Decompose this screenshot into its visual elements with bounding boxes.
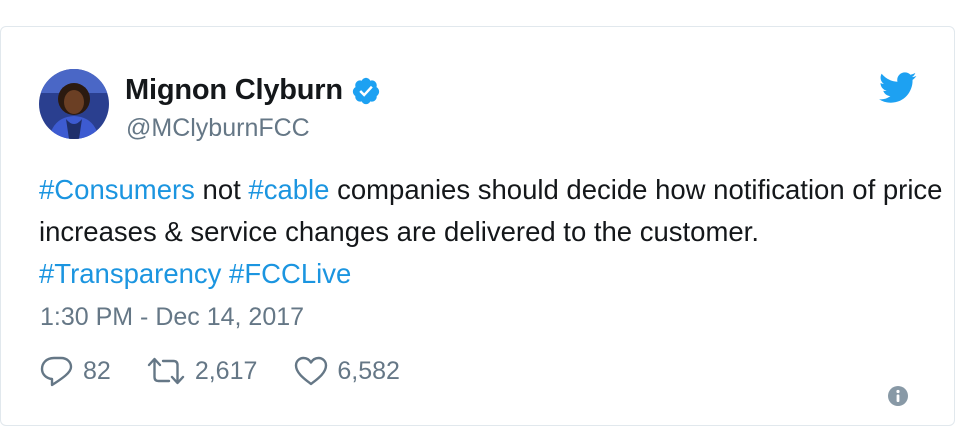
author-name-row[interactable]: Mignon Clyburn	[125, 74, 381, 107]
hashtag-link[interactable]: #Transparency	[39, 258, 221, 289]
retweet-count: 2,617	[194, 356, 258, 385]
hashtag-link[interactable]: #FCCLive	[229, 258, 351, 289]
like-count: 6,582	[337, 356, 400, 385]
like-button[interactable]: 6,582	[293, 355, 400, 387]
tweet-text: #Consumers not #cable companies should d…	[39, 169, 944, 295]
tweet-timestamp[interactable]: 1:30 PM - Dec 14, 2017	[40, 303, 304, 332]
heart-icon	[295, 356, 328, 386]
retweet-icon	[147, 357, 185, 385]
tweet-actions: 82 2,617 6,582	[39, 355, 400, 387]
reply-icon	[40, 356, 73, 387]
info-icon[interactable]	[887, 385, 909, 407]
tweet-text-segment	[221, 258, 229, 289]
twitter-bird-icon[interactable]	[879, 72, 917, 104]
reply-count: 82	[83, 356, 111, 385]
tweet-text-segment: not	[194, 174, 249, 205]
verified-badge-icon	[352, 77, 380, 104]
reply-button[interactable]: 82	[39, 355, 111, 387]
author-handle[interactable]: @MClyburnFCC	[126, 114, 310, 143]
author-display-name[interactable]: Mignon Clyburn	[125, 74, 343, 107]
hashtag-link[interactable]: #Consumers	[39, 174, 195, 205]
tweet-card[interactable]: Mignon Clyburn @MClyburnFCC #Consumers n…	[0, 26, 955, 426]
hashtag-link[interactable]: #cable	[248, 174, 329, 205]
avatar[interactable]	[39, 69, 109, 139]
retweet-button[interactable]: 2,617	[145, 355, 258, 387]
